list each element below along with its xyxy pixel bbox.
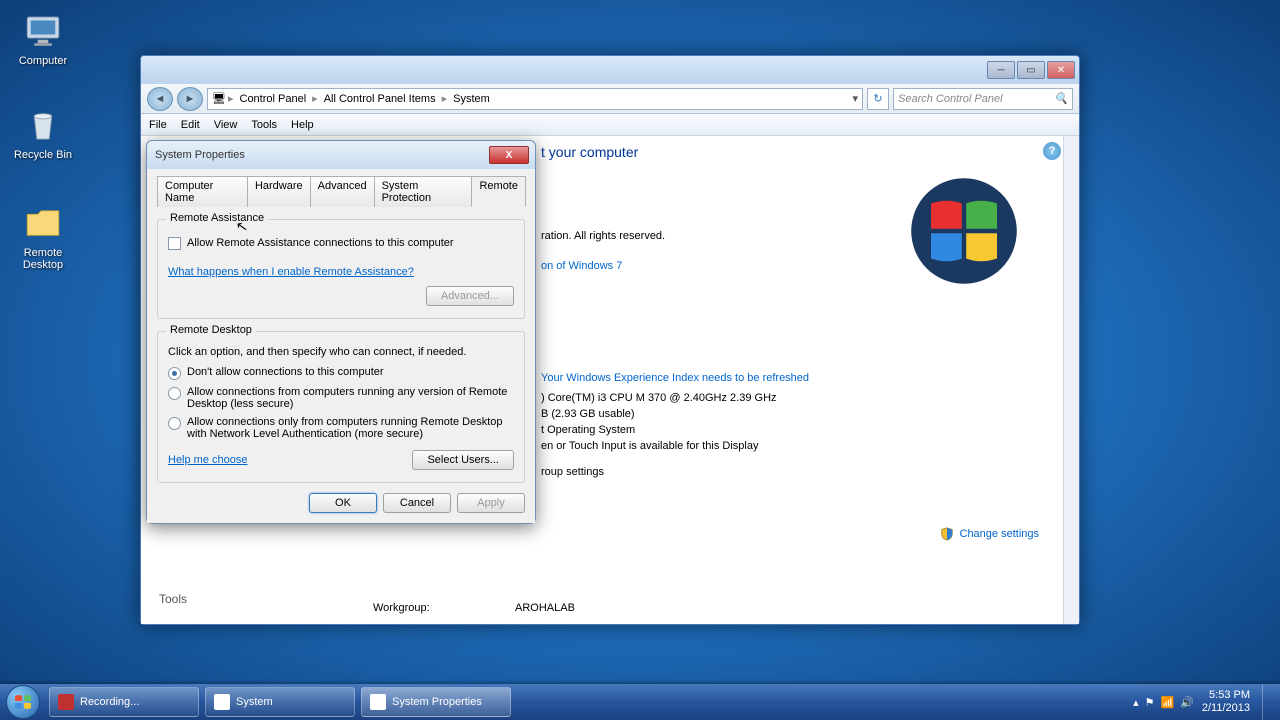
- back-button[interactable]: ◄: [147, 87, 173, 111]
- computer-icon: [22, 10, 64, 52]
- radio-label: Don't allow connections to this computer: [187, 366, 384, 378]
- ok-button[interactable]: OK: [309, 493, 377, 513]
- tab-hardware[interactable]: Hardware: [247, 176, 311, 207]
- volume-icon[interactable]: 🔊: [1180, 696, 1194, 709]
- change-settings-link[interactable]: Change settings: [940, 526, 1039, 541]
- remote-assistance-title: Remote Assistance: [166, 212, 268, 224]
- cancel-button[interactable]: Cancel: [383, 493, 451, 513]
- windows-logo: [909, 176, 1019, 286]
- show-desktop-button[interactable]: [1262, 684, 1274, 720]
- help-me-choose-link[interactable]: Help me choose: [168, 454, 248, 466]
- menu-view[interactable]: View: [214, 119, 238, 131]
- workgroup-value: AROHALAB: [515, 602, 575, 614]
- tab-remote[interactable]: Remote: [471, 176, 526, 207]
- menu-help[interactable]: Help: [291, 119, 314, 131]
- ram-text: B (2.93 GB usable): [541, 408, 1055, 420]
- folder-icon: [22, 202, 64, 244]
- remote-desktop-title: Remote Desktop: [166, 324, 256, 336]
- tray-up-icon[interactable]: ▴: [1133, 696, 1139, 709]
- system-icon: 🖥: [214, 694, 230, 710]
- desktop-icon-recycle-bin[interactable]: Recycle Bin: [8, 104, 78, 161]
- sidebar-tools-label: Tools: [159, 592, 187, 606]
- flag-icon[interactable]: ⚑: [1145, 696, 1155, 709]
- menu-edit[interactable]: Edit: [181, 119, 200, 131]
- system-tray: ▴ ⚑ 📶 🔊 5:53 PM 2/11/2013: [1133, 684, 1280, 720]
- apply-button[interactable]: Apply: [457, 493, 525, 513]
- radio-dont-allow[interactable]: [168, 367, 181, 380]
- desktop-icon-remote-desktop[interactable]: Remote Desktop: [8, 202, 78, 271]
- remote-desktop-instruction: Click an option, and then specify who ca…: [168, 346, 514, 358]
- properties-icon: 🖥: [370, 694, 386, 710]
- explorer-nav: ◄ ► 🖥 ▸ Control Panel ▸ All Control Pane…: [141, 84, 1079, 114]
- system-properties-dialog: System Properties X Computer Name Hardwa…: [146, 140, 536, 524]
- workgroup-label: Workgroup:: [373, 602, 515, 614]
- radio-allow-nla[interactable]: [168, 417, 181, 430]
- systype-text: t Operating System: [541, 424, 1055, 436]
- recording-icon: [58, 694, 74, 710]
- menu-tools[interactable]: Tools: [251, 119, 277, 131]
- menu-file[interactable]: File: [149, 119, 167, 131]
- page-title: t your computer: [541, 144, 1055, 160]
- breadcrumb-item[interactable]: System: [449, 91, 494, 107]
- taskbar: Recording... 🖥 System 🖥 System Propertie…: [0, 684, 1280, 720]
- allow-remote-assistance-checkbox[interactable]: [168, 237, 181, 250]
- close-button[interactable]: ✕: [1047, 61, 1075, 79]
- remote-assistance-help-link[interactable]: What happens when I enable Remote Assist…: [168, 266, 514, 278]
- remote-assistance-group: Remote Assistance Allow Remote Assistanc…: [157, 219, 525, 319]
- minimize-button[interactable]: ─: [987, 61, 1015, 79]
- explorer-menu: File Edit View Tools Help: [141, 114, 1079, 136]
- computer-crumb-icon: 🖥: [212, 92, 226, 105]
- allow-remote-assistance-label: Allow Remote Assistance connections to t…: [187, 237, 454, 249]
- search-input[interactable]: Search Control Panel 🔍: [893, 88, 1073, 110]
- radio-allow-any[interactable]: [168, 387, 181, 400]
- breadcrumb-item[interactable]: All Control Panel Items: [320, 91, 440, 107]
- desktop-icon-label: Computer: [8, 55, 78, 67]
- recycle-bin-icon: [22, 104, 64, 146]
- maximize-button[interactable]: ▭: [1017, 61, 1045, 79]
- breadcrumb[interactable]: 🖥 ▸ Control Panel ▸ All Control Panel It…: [207, 88, 863, 110]
- scrollbar[interactable]: [1063, 136, 1079, 624]
- remote-desktop-group: Remote Desktop Click an option, and then…: [157, 331, 525, 483]
- workgroup-section-label: roup settings: [541, 466, 1055, 478]
- forward-button[interactable]: ►: [177, 87, 203, 111]
- tab-system-protection[interactable]: System Protection: [374, 176, 473, 207]
- processor-text: ) Core(TM) i3 CPU M 370 @ 2.40GHz 2.39 G…: [541, 392, 1055, 404]
- dialog-button-row: OK Cancel Apply: [157, 493, 525, 513]
- help-icon[interactable]: ?: [1043, 142, 1061, 160]
- desktop-icon-computer[interactable]: Computer: [8, 10, 78, 67]
- desktop-icon-label: Remote Desktop: [8, 247, 78, 271]
- radio-label: Allow connections from computers running…: [187, 386, 514, 410]
- experience-index-link[interactable]: Your Windows Experience Index needs to b…: [541, 372, 809, 384]
- desktop-icon-label: Recycle Bin: [8, 149, 78, 161]
- tab-advanced[interactable]: Advanced: [310, 176, 375, 207]
- taskbar-item-recording[interactable]: Recording...: [49, 687, 199, 717]
- tab-computer-name[interactable]: Computer Name: [157, 176, 248, 207]
- search-placeholder: Search Control Panel: [898, 93, 1003, 105]
- dialog-close-button[interactable]: X: [489, 146, 529, 164]
- explorer-titlebar[interactable]: ─ ▭ ✕: [141, 56, 1079, 84]
- taskbar-item-system[interactable]: 🖥 System: [205, 687, 355, 717]
- dialog-titlebar[interactable]: System Properties X: [147, 141, 535, 169]
- dialog-title: System Properties: [153, 149, 245, 161]
- tray-clock[interactable]: 5:53 PM 2/11/2013: [1202, 689, 1250, 715]
- shield-icon: [940, 527, 954, 541]
- pen-touch-text: en or Touch Input is available for this …: [541, 440, 1055, 452]
- refresh-button[interactable]: ↻: [867, 88, 889, 110]
- start-button[interactable]: [0, 684, 46, 720]
- select-users-button[interactable]: Select Users...: [412, 450, 514, 470]
- taskbar-item-system-properties[interactable]: 🖥 System Properties: [361, 687, 511, 717]
- remote-assistance-advanced-button[interactable]: Advanced...: [426, 286, 514, 306]
- windows-flag-icon: [13, 692, 33, 712]
- search-icon: 🔍: [1054, 92, 1068, 105]
- breadcrumb-dropdown-icon[interactable]: ▾: [852, 92, 858, 105]
- network-icon[interactable]: 📶: [1160, 696, 1174, 709]
- breadcrumb-item[interactable]: Control Panel: [236, 91, 311, 107]
- radio-label: Allow connections only from computers ru…: [187, 416, 514, 440]
- dialog-tabs: Computer Name Hardware Advanced System P…: [157, 175, 525, 207]
